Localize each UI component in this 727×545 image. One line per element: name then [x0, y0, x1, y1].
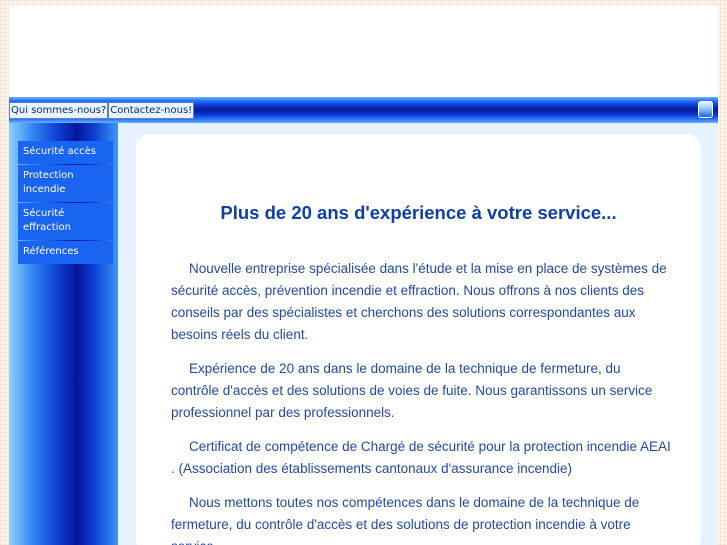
- side-menu: Sécurité accès Protection incendie Sécur…: [18, 141, 113, 265]
- body-text: Nouvelle entreprise spécialisée dans l'é…: [171, 258, 671, 545]
- sidebar-item-securite-effraction[interactable]: Sécurité effraction: [18, 203, 113, 240]
- nav-link-about[interactable]: Qui sommes-nous?: [9, 102, 109, 119]
- intro-paragraph: Nouvelle entreprise spécialisée dans l'é…: [171, 261, 667, 342]
- page-title: Plus de 20 ans d'expérience à votre serv…: [220, 202, 617, 223]
- competence-paragraph: Nous mettons toutes nos compétences dans…: [171, 495, 640, 545]
- nav-link-contact[interactable]: Contactez-nous!: [108, 102, 195, 119]
- certificate-paragraph: Certificat de compétence de Chargé de sé…: [171, 439, 671, 476]
- sidebar-item-protection-incendie[interactable]: Protection incendie: [18, 165, 113, 202]
- top-nav-links: Qui sommes-nous? Contactez-nous!: [9, 102, 195, 119]
- experience-paragraph: Expérience de 20 ans dans le domaine de …: [171, 361, 653, 420]
- content-panel: Plus de 20 ans d'expérience à votre serv…: [136, 134, 701, 545]
- globe-icon[interactable]: [698, 101, 713, 118]
- sidebar-item-references[interactable]: Références: [18, 241, 113, 264]
- top-navigation-bar: Qui sommes-nous? Contactez-nous!: [9, 97, 718, 123]
- header-banner: [9, 5, 718, 97]
- sidebar: Sécurité accès Protection incendie Sécur…: [9, 123, 118, 545]
- sidebar-item-securite-acces[interactable]: Sécurité accès: [18, 141, 113, 164]
